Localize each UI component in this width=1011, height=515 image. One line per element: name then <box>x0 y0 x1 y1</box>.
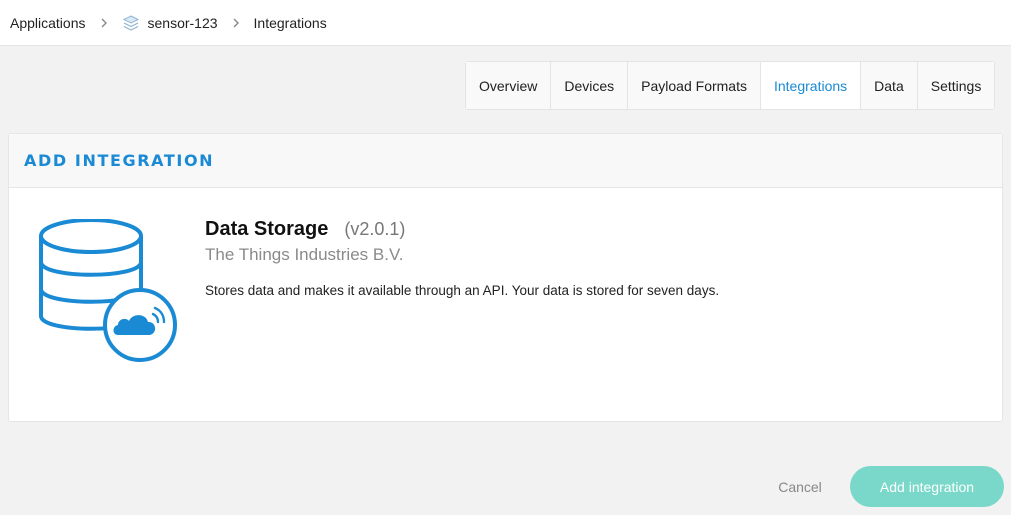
integration-version: (v2.0.1) <box>344 219 406 239</box>
integration-description: Stores data and makes it available throu… <box>205 283 720 298</box>
breadcrumb-applications[interactable]: Applications <box>10 15 86 31</box>
database-cloud-icon <box>36 218 181 364</box>
tab-payload-formats[interactable]: Payload Formats <box>628 62 761 109</box>
chevron-right-icon <box>100 18 108 28</box>
add-integration-button[interactable]: Add integration <box>850 466 1004 507</box>
integration-name: Data Storage <box>205 218 329 240</box>
breadcrumb-current: Integrations <box>253 14 327 31</box>
card-title: ADD INTEGRATION <box>24 151 215 170</box>
breadcrumb: Applications sensor-123 Integrations <box>0 0 1011 46</box>
breadcrumb-application-label: sensor-123 <box>147 14 218 31</box>
integration-vendor: The Things Industries B.V. <box>205 245 404 264</box>
tab-settings[interactable]: Settings <box>917 62 995 109</box>
add-integration-card: ADD INTEGRATION Data Storage (v2.0.1) Th… <box>8 133 1003 422</box>
card-header: ADD INTEGRATION <box>9 134 1002 188</box>
application-tabs: Overview Devices Payload Formats Integra… <box>465 61 996 110</box>
tab-devices[interactable]: Devices <box>551 62 629 109</box>
integration-info: Data Storage (v2.0.1) The Things Industr… <box>205 218 719 298</box>
chevron-right-icon <box>232 18 240 28</box>
tab-overview[interactable]: Overview <box>466 62 552 109</box>
cancel-button[interactable]: Cancel <box>762 468 838 506</box>
layers-icon <box>122 14 140 32</box>
tab-integrations[interactable]: Integrations <box>760 62 862 109</box>
breadcrumb-application[interactable]: sensor-123 <box>122 14 218 32</box>
tab-data[interactable]: Data <box>861 62 918 109</box>
